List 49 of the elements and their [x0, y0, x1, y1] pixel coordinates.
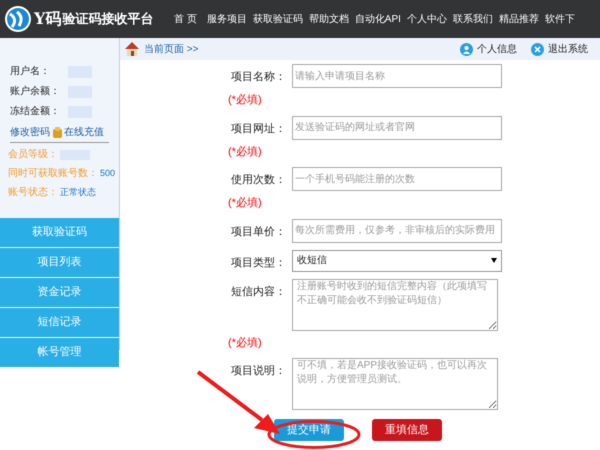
nav-link[interactable]: 服务项目	[206, 12, 247, 26]
account-link[interactable]: 在线充值	[64, 125, 104, 140]
user-icon	[460, 42, 473, 56]
account-label: 账户余额：	[10, 84, 60, 99]
field-label: 短信内容：	[230, 284, 287, 300]
text-field[interactable]: 每次所需费用，仅参考，非审核后的实际费用	[292, 218, 502, 242]
text-field[interactable]: 请输入申请项目名称	[292, 64, 502, 88]
account-label: 冻结金额：	[10, 104, 60, 119]
close-icon	[531, 42, 544, 56]
stat-label: 同时可获取账号数：	[8, 166, 98, 181]
caret-icon	[491, 258, 497, 263]
required-note: (*必填)	[228, 336, 262, 350]
type-dropdown[interactable]: 收短信	[292, 250, 502, 272]
logout-link[interactable]: 退出系统	[531, 42, 588, 56]
nav-link[interactable]: 帮助文档	[308, 12, 349, 26]
nav-link[interactable]: 获取验证码	[252, 12, 303, 26]
text-area[interactable]: 注册账号时收到的短信完整内容（此项填写不正确可能会收不到验证码短信）	[292, 278, 498, 330]
required-note: (*必填)	[228, 144, 262, 160]
logo-mark: Y码	[34, 8, 62, 30]
nav-link[interactable]: 首 页	[174, 12, 197, 26]
nav-link[interactable]: 联系我们	[452, 12, 493, 26]
stat-label: 会员等级：	[8, 148, 58, 162]
logo-icon	[4, 5, 32, 33]
text-field[interactable]: 一个手机号码能注册的次数	[292, 167, 502, 191]
field-label: 项目说明：	[230, 364, 287, 379]
account-label: 用户名：	[10, 64, 51, 79]
field-label: 项目类型：	[230, 256, 287, 270]
nav-link[interactable]: 自动化API	[354, 12, 401, 26]
text-field[interactable]: 发送验证码的网址或者官网	[292, 116, 502, 140]
nav-link[interactable]: 软件下	[544, 12, 575, 26]
stat-label: 账号状态：	[8, 186, 58, 200]
coins-icon	[53, 127, 62, 138]
text-area[interactable]: 可不填，若是APP接收验证码，也可以再次说明，方便管理员测试。	[292, 358, 498, 410]
profile-link[interactable]: 个人信息	[460, 42, 517, 56]
home-icon	[124, 41, 140, 57]
field-label: 项目名称：	[230, 70, 287, 85]
required-note: (*必填)	[228, 196, 262, 211]
stat-value: 正常状态	[60, 186, 96, 199]
field-label: 使用次数：	[230, 173, 287, 188]
field-label: 项目网址：	[230, 122, 287, 136]
breadcrumb-text: 当前页面 >>	[144, 42, 198, 56]
logo-text: 验证码接收平台	[62, 10, 154, 28]
nav-link[interactable]: 精品推荐	[498, 12, 539, 26]
nav-link[interactable]: 个人中心	[406, 12, 447, 26]
reset-button[interactable]: 重填信息	[372, 419, 442, 441]
stat-value: 500	[100, 166, 116, 180]
required-note: (*必填)	[228, 92, 262, 108]
field-label: 项目单价：	[230, 224, 287, 240]
account-link[interactable]: 修改密码	[10, 125, 50, 140]
